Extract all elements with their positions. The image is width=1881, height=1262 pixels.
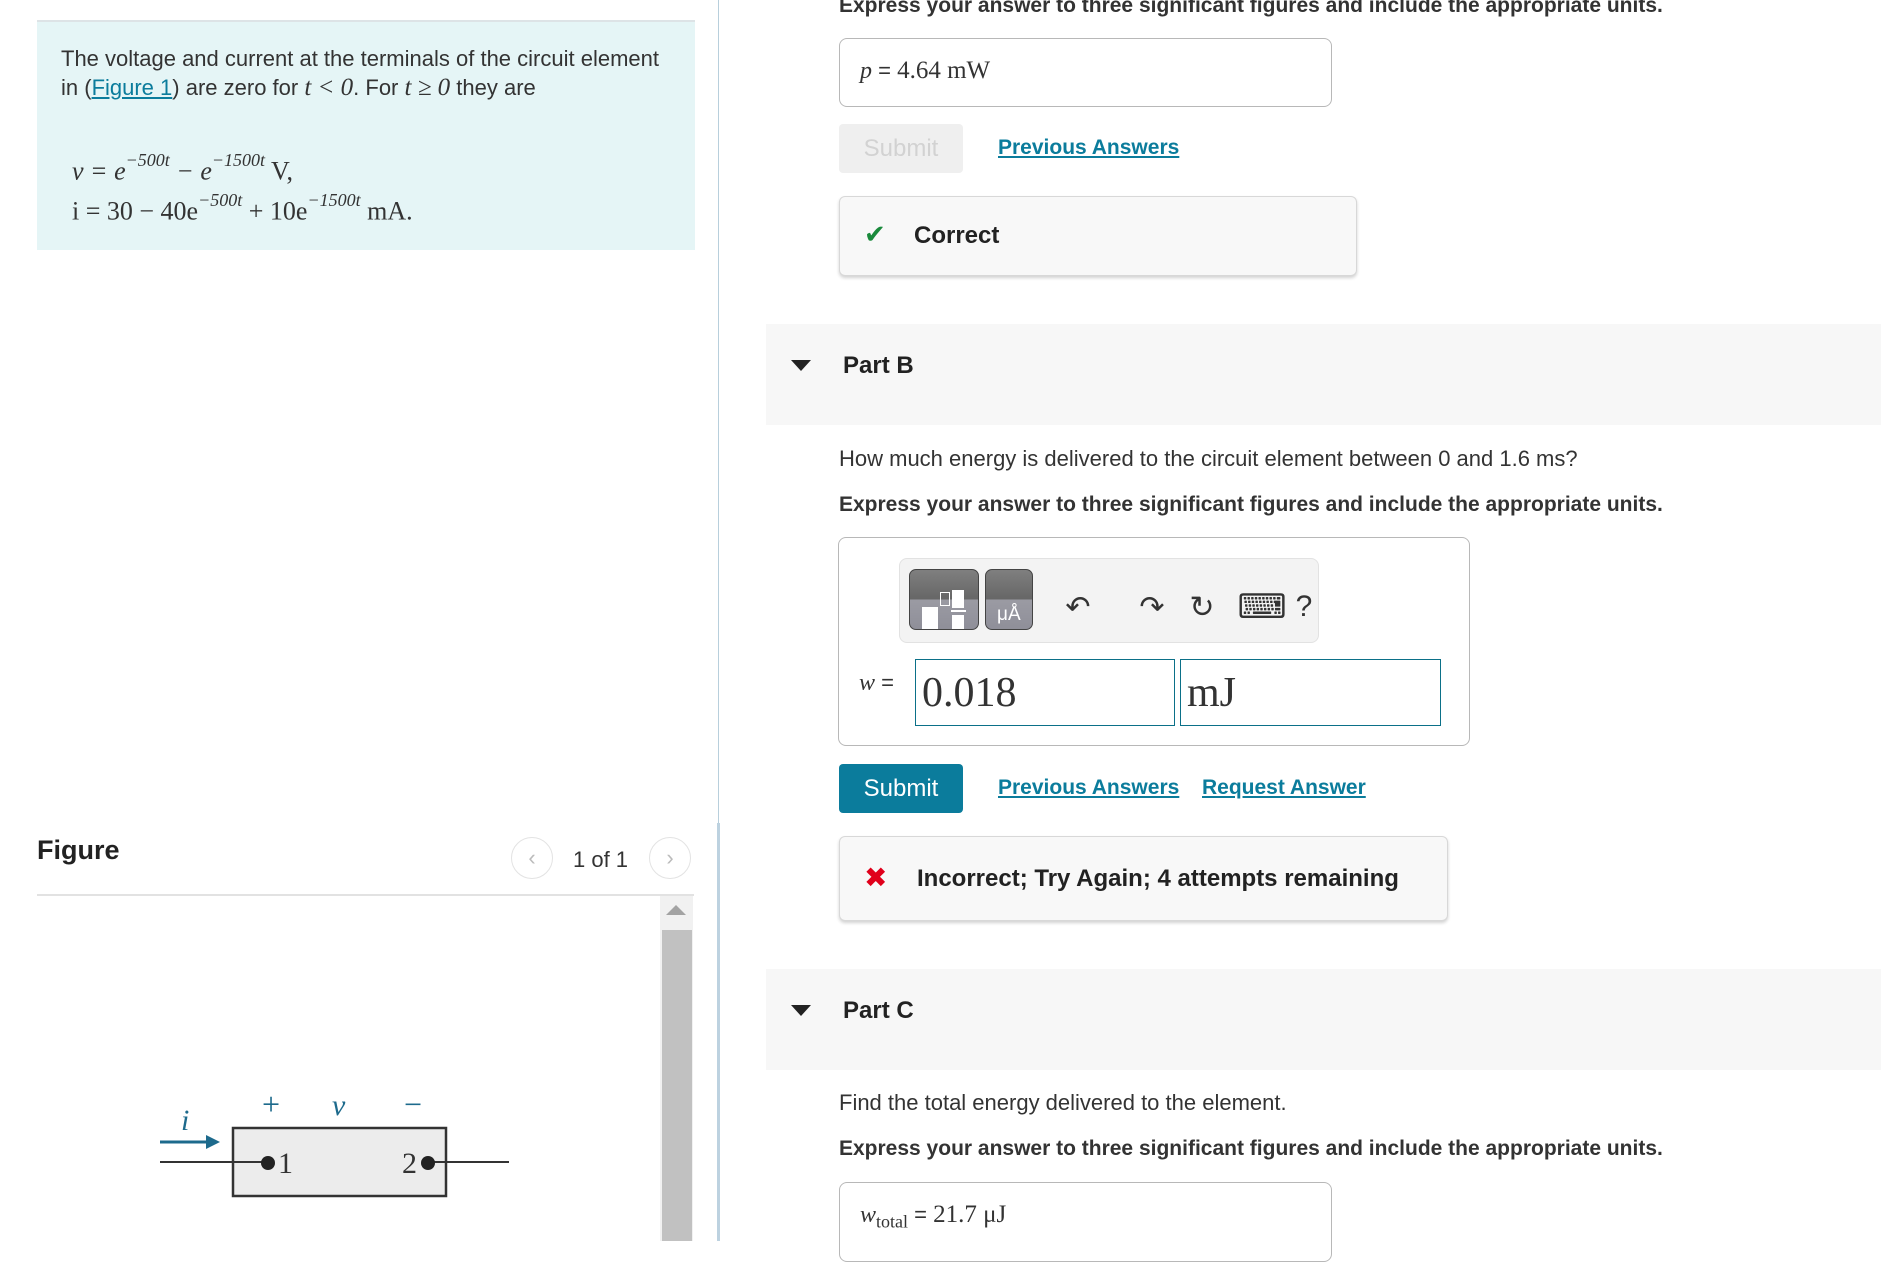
scroll-up-arrow-icon[interactable] (666, 905, 686, 915)
part-b-answer-box: μÅ ↶ ↷ ↻ ⌨ ? w = 0.018 mJ (838, 537, 1470, 746)
figure-1-link[interactable]: Figure 1 (92, 75, 173, 100)
chevron-right-icon: › (666, 845, 674, 870)
part-b-previous-answers-link[interactable]: Previous Answers (998, 776, 1179, 800)
part-c-answer: wtotal = 21.7 μJ (860, 1201, 1006, 1232)
current-label: i (181, 1104, 189, 1137)
part-b-feedback: ✖ Incorrect; Try Again; 4 attempts remai… (839, 836, 1448, 921)
part-c-answer-box: wtotal = 21.7 μJ (839, 1182, 1332, 1262)
part-b-answer-label: w = (859, 670, 894, 697)
template-glyph (951, 610, 966, 612)
part-c-question: Find the total energy delivered to the e… (839, 1090, 1287, 1115)
help-icon[interactable]: ? (1292, 587, 1316, 627)
answer-variable: w (860, 1202, 877, 1228)
eq-unit: mA. (360, 196, 413, 226)
value-input[interactable]: 0.018 (915, 659, 1175, 726)
feedback-text: Correct (914, 222, 1000, 249)
redo-icon[interactable]: ↷ (1132, 587, 1172, 627)
request-answer-link[interactable]: Request Answer (1202, 776, 1366, 800)
undo-icon[interactable]: ↶ (1058, 587, 1098, 627)
template-glyph (952, 590, 964, 608)
figure-prev-button[interactable]: ‹ (511, 837, 553, 879)
figure-divider (37, 894, 694, 896)
template-glyph (952, 615, 964, 629)
part-a-previous-answers-link[interactable]: Previous Answers (998, 136, 1179, 160)
answer-variable: w (859, 670, 876, 696)
minus-label: − (404, 1086, 422, 1122)
intro-text: . For (353, 75, 405, 100)
intro-text: they are (450, 75, 536, 100)
caret-down-icon[interactable] (791, 360, 811, 371)
answer-variable-subscript: total (876, 1211, 909, 1232)
condition-t-lt-0: t < 0 (304, 74, 354, 101)
terminal-1-label: 1 (278, 1147, 293, 1180)
template-glyph (922, 607, 938, 629)
intro-text: ) are zero for (172, 75, 305, 100)
voltage-equation: v = e−500t − e−1500t V, (72, 150, 293, 187)
equals-sign: = (908, 1202, 934, 1227)
eq-part: + 10e (242, 196, 308, 226)
part-c-title: Part C (843, 997, 914, 1024)
part-c-instruction: Express your answer to three significant… (839, 1137, 1663, 1160)
part-b-submit-button[interactable]: Submit (839, 764, 963, 813)
part-b-instruction: Express your answer to three significant… (839, 493, 1663, 516)
x-mark-icon: ✖ (864, 862, 888, 893)
part-a-answer-box: p = 4.64 mW (839, 38, 1332, 107)
part-a-submit-button[interactable]: Submit (839, 124, 963, 173)
answer-value: 21.7 μJ (933, 1201, 1007, 1228)
feedback-text: Incorrect; Try Again; 4 attempts remaini… (917, 865, 1399, 892)
answer-value: 4.64 mW (897, 57, 991, 84)
reset-icon[interactable]: ↻ (1182, 587, 1222, 627)
answer-variable: p (860, 58, 872, 84)
part-a-answer: p = 4.64 mW (860, 57, 990, 85)
figure-scrollbar-thumb[interactable] (662, 930, 692, 1241)
part-a-instruction: Express your answer to three significant… (839, 0, 1663, 17)
part-a-feedback: ✔ Correct (839, 196, 1357, 276)
units-icon: μÅ (997, 604, 1021, 625)
equals-sign: = (875, 670, 894, 695)
plus-label: + (262, 1086, 280, 1122)
eq-exponent: −1500t (307, 190, 361, 210)
current-equation: i = 30 − 40e−500t + 10e−1500t mA. (72, 190, 413, 227)
circuit-figure: i + v − 1 2 (160, 1086, 509, 1198)
part-c-header[interactable]: Part C (766, 969, 1881, 1070)
templates-button[interactable] (909, 569, 979, 630)
eq-part: i = 30 − 40e (72, 196, 199, 226)
unit-input[interactable]: mJ (1180, 659, 1441, 726)
units-button[interactable]: μÅ (985, 569, 1033, 630)
eq-unit: V, (265, 156, 293, 186)
figure-counter: 1 of 1 (573, 847, 629, 872)
part-b-question: How much energy is delivered to the circ… (839, 446, 1578, 471)
chevron-left-icon: ‹ (528, 845, 536, 870)
equals-sign: = (872, 58, 898, 83)
eq-exponent: −500t (125, 150, 170, 170)
problem-intro: The voltage and current at the terminals… (61, 44, 661, 102)
voltage-label: v (332, 1089, 346, 1122)
caret-down-icon[interactable] (791, 1005, 811, 1016)
terminal-2-label: 2 (402, 1147, 417, 1180)
eq-exponent: −500t (198, 190, 243, 210)
eq-exponent: −1500t (211, 150, 266, 170)
pane-resize-handle[interactable] (717, 823, 720, 1241)
part-b-title: Part B (843, 352, 914, 379)
checkmark-icon: ✔ (864, 219, 886, 249)
condition-t-ge-0: t ≥ 0 (404, 74, 451, 101)
template-glyph (940, 592, 950, 606)
current-arrow-head-icon (206, 1135, 220, 1149)
math-toolbar: μÅ ↶ ↷ ↻ ⌨ ? (899, 558, 1319, 643)
terminal-1-dot (261, 1156, 275, 1170)
figure-next-button[interactable]: › (649, 837, 691, 879)
figure-heading: Figure (37, 835, 120, 865)
keyboard-icon[interactable]: ⌨ (1237, 587, 1286, 627)
eq-part: − e (169, 156, 212, 186)
pane-divider (718, 0, 719, 823)
part-b-header[interactable]: Part B (766, 324, 1881, 425)
terminal-2-dot (421, 1156, 435, 1170)
eq-part: v = e (72, 156, 126, 186)
